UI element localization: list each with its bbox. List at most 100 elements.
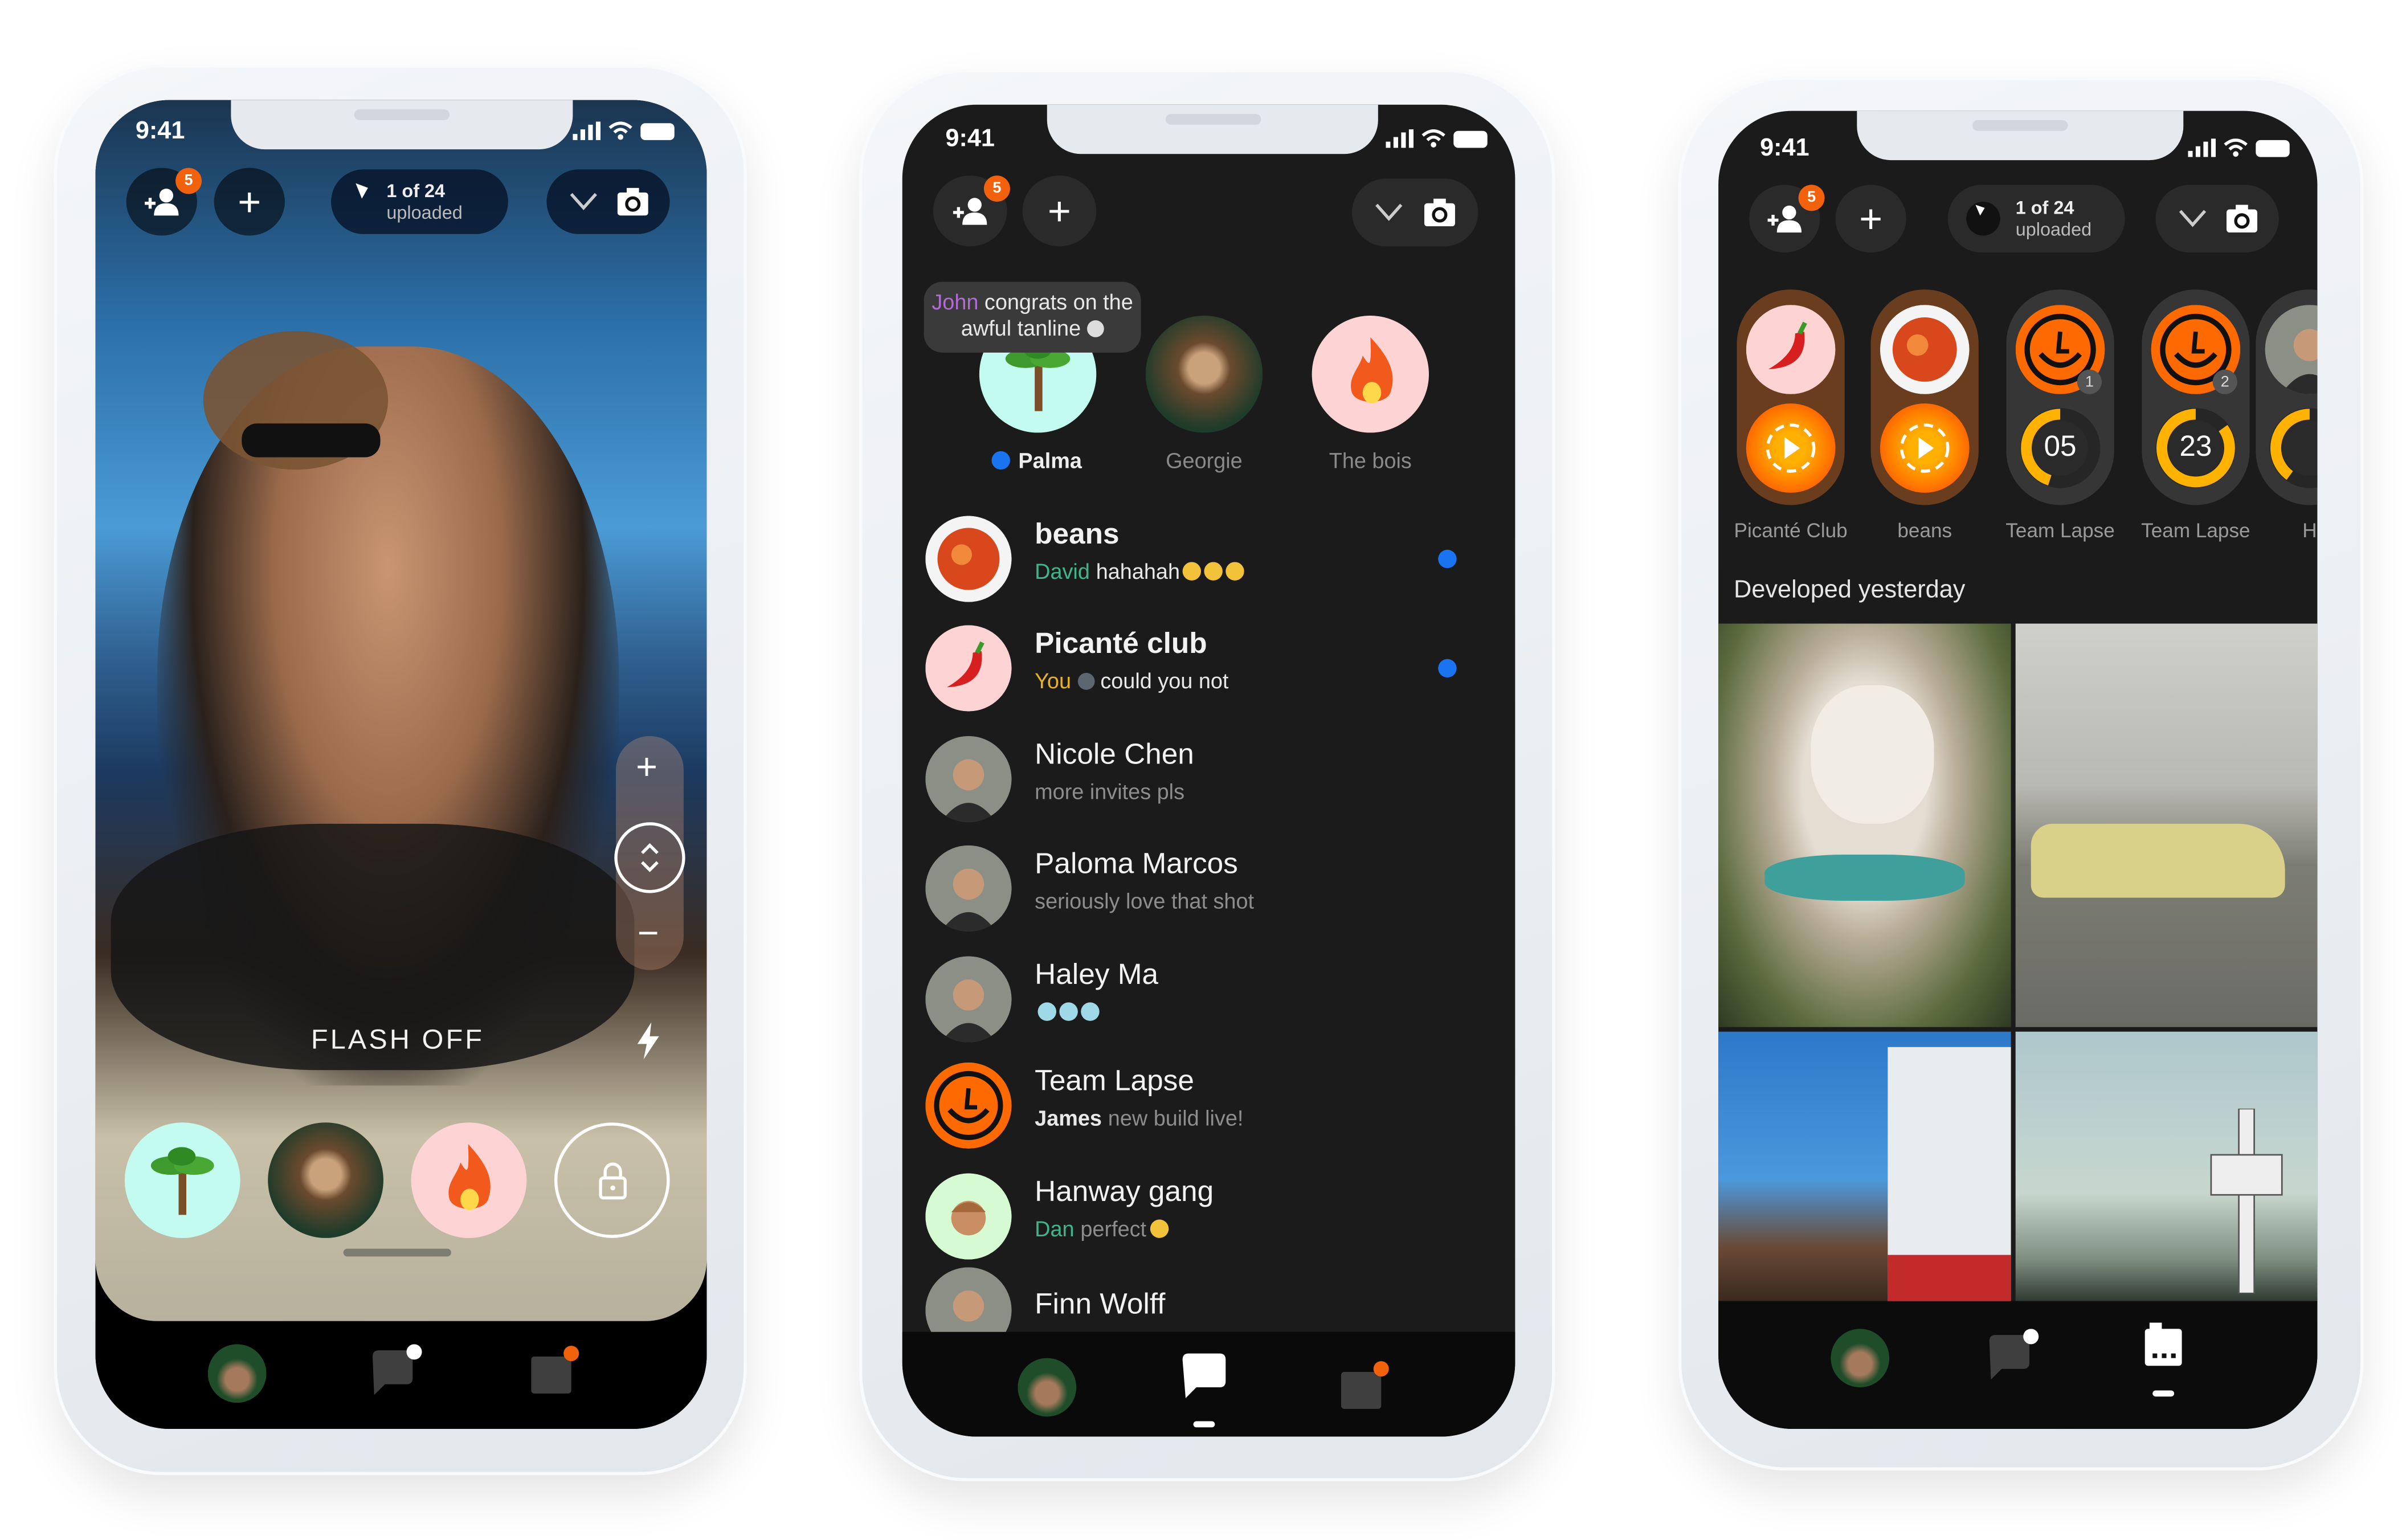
zoom-in-button[interactable]: + bbox=[636, 747, 657, 790]
create-group-button[interactable]: + bbox=[214, 168, 285, 236]
roll-badge: 1 bbox=[2077, 369, 2102, 394]
bottom-nav bbox=[902, 1331, 1515, 1437]
nav-albums-tab-active[interactable] bbox=[2140, 1322, 2187, 1369]
notch bbox=[1857, 111, 2184, 161]
message-sender: Dan bbox=[1035, 1216, 1075, 1241]
conversation-avatar bbox=[925, 736, 1012, 823]
nav-chats-tab[interactable] bbox=[370, 1344, 425, 1399]
albums-screen: 9:41 5 + 1 of 24 uploaded Picanté Club be… bbox=[1718, 111, 2318, 1429]
conversation-name: Finn Wolff bbox=[1035, 1289, 1166, 1321]
message-sender: David bbox=[1035, 559, 1090, 584]
unread-indicator bbox=[1438, 659, 1457, 678]
play-icon bbox=[1900, 423, 1950, 473]
building-red-base bbox=[1888, 1255, 2011, 1301]
status-icons bbox=[1386, 129, 1488, 148]
battery-icon bbox=[1453, 130, 1488, 148]
signal-icon bbox=[573, 121, 601, 140]
roll-name: Team Lapse bbox=[2005, 518, 2115, 542]
zoom-out-button[interactable]: − bbox=[638, 913, 659, 957]
roll-photo-count: 05 bbox=[2044, 431, 2077, 464]
message-text: hahahah bbox=[1096, 559, 1180, 584]
camera-controls-pill bbox=[546, 169, 670, 234]
chili-pepper-icon bbox=[925, 625, 1012, 712]
unread-indicator bbox=[1438, 549, 1457, 569]
flash-icon[interactable] bbox=[633, 1022, 664, 1060]
nav-albums-tab[interactable] bbox=[1337, 1359, 1392, 1415]
film-roll-carousel: Picanté Club beans 1 05 Team Lapse 2 23 Team La… bbox=[1718, 111, 2318, 573]
add-friend-icon bbox=[145, 189, 179, 216]
ok-hand-emoji-icon bbox=[1149, 1219, 1168, 1238]
bottom-nav bbox=[1718, 1301, 2318, 1429]
flip-camera-icon[interactable] bbox=[616, 187, 648, 216]
conversation-preview: James new build live! bbox=[1035, 1105, 1243, 1130]
play-roll-button[interactable] bbox=[1880, 403, 1970, 493]
status-time: 9:41 bbox=[135, 119, 185, 145]
section-title: Developed yesterday bbox=[1734, 577, 1966, 604]
film-roll-card[interactable]: 2 23 bbox=[2142, 289, 2250, 505]
status-time: 9:41 bbox=[1760, 135, 1809, 162]
film-roll-card[interactable] bbox=[1870, 289, 1979, 505]
chili-pepper-icon bbox=[1746, 305, 1836, 394]
upload-label: uploaded bbox=[386, 202, 463, 223]
bottom-nav bbox=[95, 1321, 707, 1429]
film-roll-card[interactable] bbox=[2256, 289, 2318, 505]
message-text: new build live! bbox=[1108, 1105, 1244, 1130]
app-showcase: 9:41 5 + 1 of 24 uploaded + − FLASH OFF bbox=[0, 0, 2402, 1540]
photo-bulldog[interactable] bbox=[1718, 623, 2011, 1027]
conversation-preview: seriously love that shot bbox=[1035, 888, 1254, 913]
conversation-preview: more invites pls bbox=[1035, 779, 1184, 804]
roll-avatar bbox=[1746, 305, 1836, 394]
quick-send-georgie[interactable] bbox=[268, 1122, 383, 1238]
cross-sign-shape bbox=[2210, 1108, 2283, 1294]
conversation-row[interactable]: Picanté club You could you not bbox=[902, 619, 1515, 717]
conversation-name: Haley Ma bbox=[1035, 959, 1159, 992]
nav-albums-tab[interactable] bbox=[526, 1344, 582, 1399]
profile-photo bbox=[925, 956, 1012, 1043]
nav-profile-tab[interactable] bbox=[1831, 1329, 1890, 1388]
conversation-row[interactable]: beans David hahahah bbox=[902, 510, 1515, 608]
friend-request-badge: 5 bbox=[175, 168, 202, 194]
nav-profile-tab[interactable] bbox=[207, 1344, 267, 1403]
drawer-handle[interactable] bbox=[343, 1248, 451, 1257]
conversation-row[interactable]: Hanway gang Dan perfect bbox=[902, 1167, 1515, 1266]
conversation-row[interactable]: Haley Ma bbox=[902, 950, 1515, 1049]
play-roll-button[interactable] bbox=[1746, 403, 1836, 493]
photo-cross-sign[interactable] bbox=[2015, 1031, 2318, 1301]
roll-name: Picanté Club bbox=[1734, 518, 1848, 542]
chevron-down-icon[interactable] bbox=[569, 193, 597, 211]
film-roll-card[interactable] bbox=[1737, 289, 1845, 505]
conversation-preview: You could you not bbox=[1035, 668, 1228, 693]
roll-name: beans bbox=[1897, 518, 1952, 542]
profile-photo bbox=[925, 845, 1012, 932]
nav-chats-tab[interactable] bbox=[1986, 1329, 2041, 1384]
conversation-name: Paloma Marcos bbox=[1035, 848, 1238, 881]
upload-status-pill[interactable]: 1 of 24 uploaded bbox=[331, 169, 508, 234]
car-body bbox=[2031, 823, 2285, 898]
plus-icon: + bbox=[238, 178, 262, 224]
conversation-name: Nicole Chen bbox=[1035, 739, 1194, 772]
quick-send-the-bois[interactable] bbox=[411, 1122, 527, 1238]
roll-avatar bbox=[1880, 305, 1970, 394]
photo-sunglasses bbox=[242, 423, 381, 457]
photo-building[interactable] bbox=[1718, 1031, 2011, 1301]
nav-chats-tab-active[interactable] bbox=[1179, 1350, 1228, 1403]
conversation-row[interactable]: Team Lapse James new build live! bbox=[902, 1056, 1515, 1155]
conversation-row[interactable]: Paloma Marcos seriously love that shot bbox=[902, 839, 1515, 938]
message-text: perfect bbox=[1080, 1216, 1147, 1241]
conversation-row[interactable]: Nicole Chen more invites pls bbox=[902, 730, 1515, 828]
notch bbox=[1047, 104, 1378, 154]
signal-icon bbox=[2188, 138, 2216, 157]
nav-profile-tab[interactable] bbox=[1018, 1358, 1077, 1417]
beans-bowl-icon bbox=[925, 516, 1012, 602]
conversation-preview bbox=[1035, 999, 1100, 1024]
quick-send-palma[interactable] bbox=[124, 1122, 240, 1238]
photo-yellow-car[interactable] bbox=[2015, 623, 2318, 1027]
diamonds-emoji-icon bbox=[1037, 1002, 1056, 1021]
zoom-handle[interactable] bbox=[614, 822, 685, 893]
roll-name: H bbox=[2302, 518, 2317, 542]
conversation-preview: Dan perfect bbox=[1035, 1216, 1168, 1241]
wifi-icon bbox=[1421, 129, 1445, 148]
lock-capture-button[interactable] bbox=[554, 1122, 670, 1238]
message-sender: You bbox=[1035, 668, 1071, 693]
film-roll-card[interactable]: 1 05 bbox=[2006, 289, 2114, 505]
